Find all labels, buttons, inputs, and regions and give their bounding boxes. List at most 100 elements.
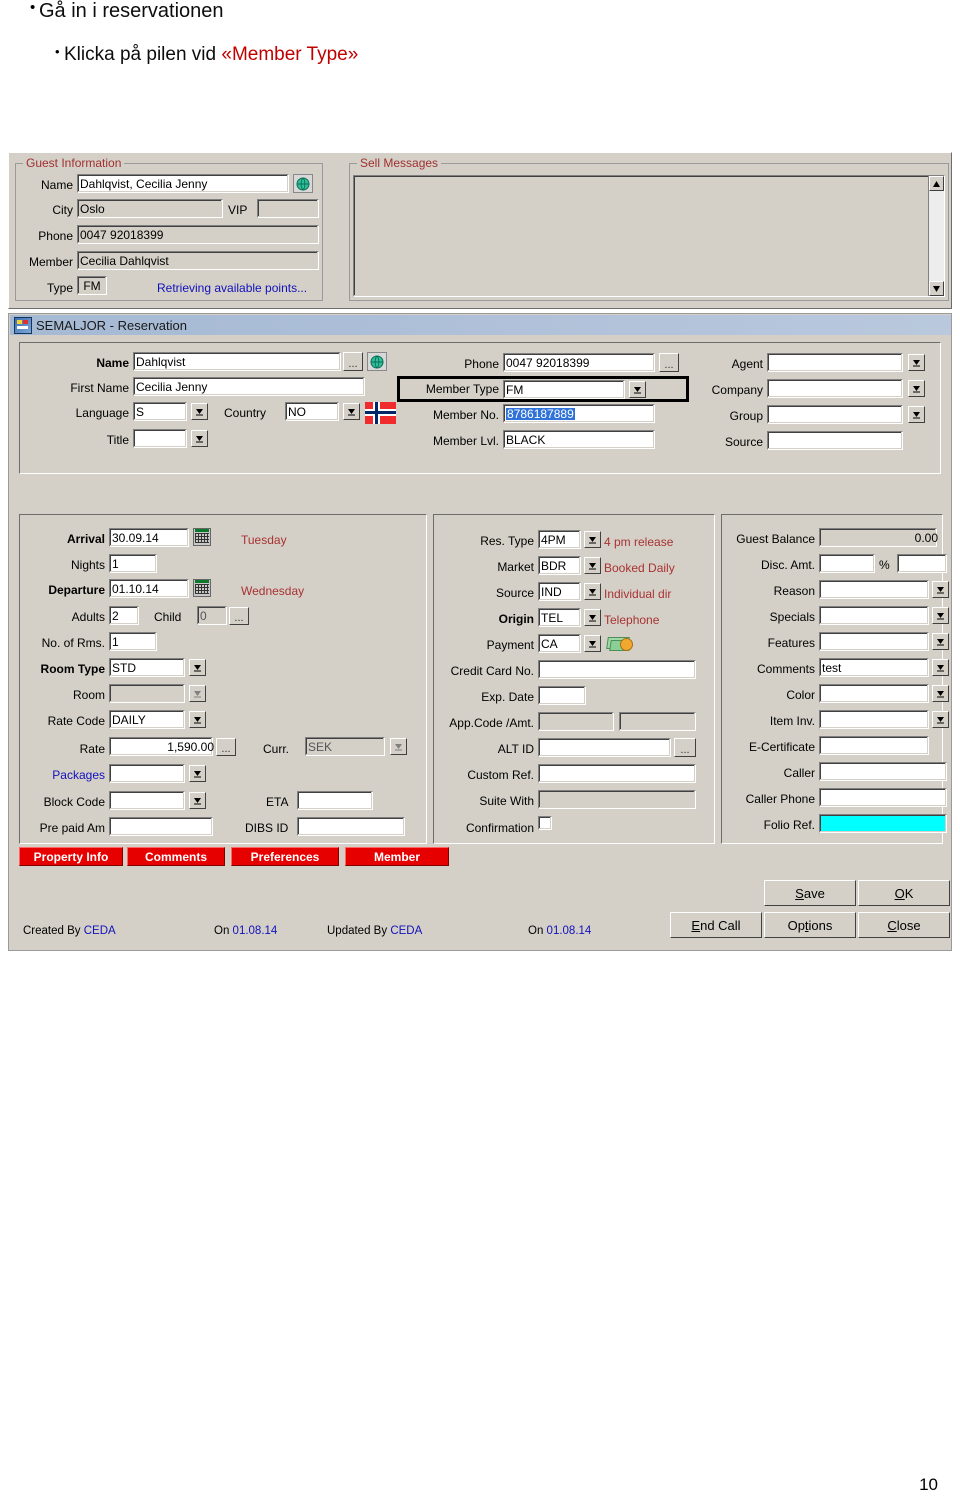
group-field[interactable] (767, 405, 903, 424)
pre-paid-field[interactable] (109, 817, 213, 836)
guest-phone-field[interactable]: 0047 92018399 (77, 225, 319, 244)
res-language-dropdown-icon[interactable] (191, 403, 208, 420)
res-country-field[interactable]: NO (285, 402, 339, 421)
no-of-rms-field[interactable]: 1 (109, 632, 157, 651)
res-title-dropdown-icon[interactable] (191, 430, 208, 447)
item-inv-field[interactable] (819, 710, 929, 729)
tab-property-info[interactable]: Property Info (19, 847, 123, 866)
company-field[interactable] (767, 379, 903, 398)
guest-member-field[interactable]: Cecilia Dahlqvist (77, 251, 319, 270)
guest-name-field[interactable]: Dahlqvist, Cecilia Jenny (77, 174, 289, 193)
exp-date-field[interactable] (538, 686, 586, 705)
eta-field[interactable] (297, 791, 373, 810)
room-field[interactable] (109, 684, 185, 703)
reservation-title-bar[interactable]: SEMALJOR - Reservation (10, 315, 951, 335)
res-name-browse-button[interactable]: ... (343, 352, 363, 371)
tab-member[interactable]: Member (345, 847, 449, 866)
credit-card-field[interactable] (538, 660, 696, 679)
reason-field[interactable] (819, 580, 929, 599)
caller-phone-field[interactable] (819, 788, 947, 807)
globe-icon[interactable] (293, 174, 313, 193)
departure-field[interactable]: 01.10.14 (109, 579, 189, 598)
scrollbar-track[interactable] (929, 191, 944, 281)
room-dropdown-icon[interactable] (189, 685, 206, 702)
block-code-field[interactable] (109, 791, 185, 810)
rate-code-dropdown-icon[interactable] (189, 711, 206, 728)
packages-label[interactable]: Packages (25, 769, 105, 781)
adults-field[interactable]: 2 (109, 606, 139, 625)
disc-amt-field[interactable] (819, 554, 875, 573)
calendar-icon[interactable] (193, 528, 211, 546)
app-code-field[interactable] (538, 712, 614, 731)
alt-id-browse-button[interactable]: ... (674, 738, 696, 757)
curr-dropdown-icon[interactable] (390, 738, 407, 755)
room-type-dropdown-icon[interactable] (189, 659, 206, 676)
end-call-button[interactable]: End Call (670, 912, 762, 938)
market-dropdown-icon[interactable] (584, 557, 601, 574)
member-lvl-field[interactable]: BLACK (503, 430, 655, 449)
sell-messages-scrollbar[interactable] (928, 176, 944, 296)
item-inv-dropdown-icon[interactable] (932, 711, 949, 728)
agent-dropdown-icon[interactable] (908, 354, 925, 371)
features-field[interactable] (819, 632, 929, 651)
res-language-field[interactable]: S (133, 402, 187, 421)
block-code-dropdown-icon[interactable] (189, 792, 206, 809)
res-type-field[interactable]: 4PM (538, 530, 581, 549)
percent-field[interactable] (897, 554, 947, 573)
payment-field[interactable]: CA (538, 634, 581, 653)
close-button[interactable]: Close (858, 912, 950, 938)
source-top-field[interactable] (767, 431, 903, 450)
scroll-down-icon[interactable] (929, 281, 944, 296)
folio-ref-field[interactable] (819, 814, 947, 833)
specials-field[interactable] (819, 606, 929, 625)
packages-dropdown-icon[interactable] (189, 765, 206, 782)
reason-dropdown-icon[interactable] (932, 581, 949, 598)
alt-id-field[interactable] (538, 738, 671, 757)
member-no-field[interactable]: 8786187889 (503, 404, 655, 423)
globe-icon[interactable] (367, 352, 387, 371)
color-field[interactable] (819, 684, 929, 703)
curr-field[interactable]: SEK (305, 737, 385, 756)
origin-dropdown-icon[interactable] (584, 609, 601, 626)
member-type-field[interactable]: FM (503, 380, 625, 399)
source-field[interactable]: IND (538, 582, 581, 601)
payment-dropdown-icon[interactable] (584, 635, 601, 652)
app-amt-field[interactable] (619, 712, 696, 731)
features-dropdown-icon[interactable] (932, 633, 949, 650)
res-phone-field[interactable]: 0047 92018399 (503, 353, 655, 372)
tab-preferences[interactable]: Preferences (231, 847, 339, 866)
market-field[interactable]: BDR (538, 556, 581, 575)
e-certificate-field[interactable] (819, 736, 929, 755)
color-dropdown-icon[interactable] (932, 685, 949, 702)
custom-ref-field[interactable] (538, 764, 696, 783)
arrival-field[interactable]: 30.09.14 (109, 528, 189, 547)
packages-field[interactable] (109, 764, 185, 783)
res-name-field[interactable]: Dahlqvist (133, 352, 341, 371)
confirmation-checkbox[interactable] (538, 816, 552, 830)
guest-city-field[interactable]: Oslo (77, 199, 223, 218)
origin-field[interactable]: TEL (538, 608, 581, 627)
dibs-id-field[interactable] (297, 817, 405, 836)
ok-button[interactable]: OK (858, 880, 950, 906)
sell-messages-textarea[interactable] (353, 175, 945, 297)
member-type-dropdown-icon[interactable] (629, 381, 646, 398)
source-dropdown-icon[interactable] (584, 583, 601, 600)
group-dropdown-icon[interactable] (908, 406, 925, 423)
scroll-up-icon[interactable] (929, 176, 944, 191)
rate-browse-button[interactable]: ... (216, 738, 236, 756)
guest-vip-field[interactable] (257, 199, 319, 218)
comments-dropdown-icon[interactable] (932, 659, 949, 676)
res-first-name-field[interactable]: Cecilia Jenny (133, 377, 365, 396)
res-title-field[interactable] (133, 429, 187, 448)
child-field[interactable]: 0 (197, 606, 227, 625)
res-type-dropdown-icon[interactable] (584, 531, 601, 548)
rate-code-field[interactable]: DAILY (109, 710, 185, 729)
res-phone-browse-button[interactable]: ... (659, 353, 679, 372)
room-type-field[interactable]: STD (109, 658, 185, 677)
tab-comments[interactable]: Comments (127, 847, 225, 866)
caller-field[interactable] (819, 762, 947, 781)
guest-type-field[interactable]: FM (77, 276, 107, 295)
res-country-dropdown-icon[interactable] (343, 403, 360, 420)
specials-dropdown-icon[interactable] (932, 607, 949, 624)
agent-field[interactable] (767, 353, 903, 372)
